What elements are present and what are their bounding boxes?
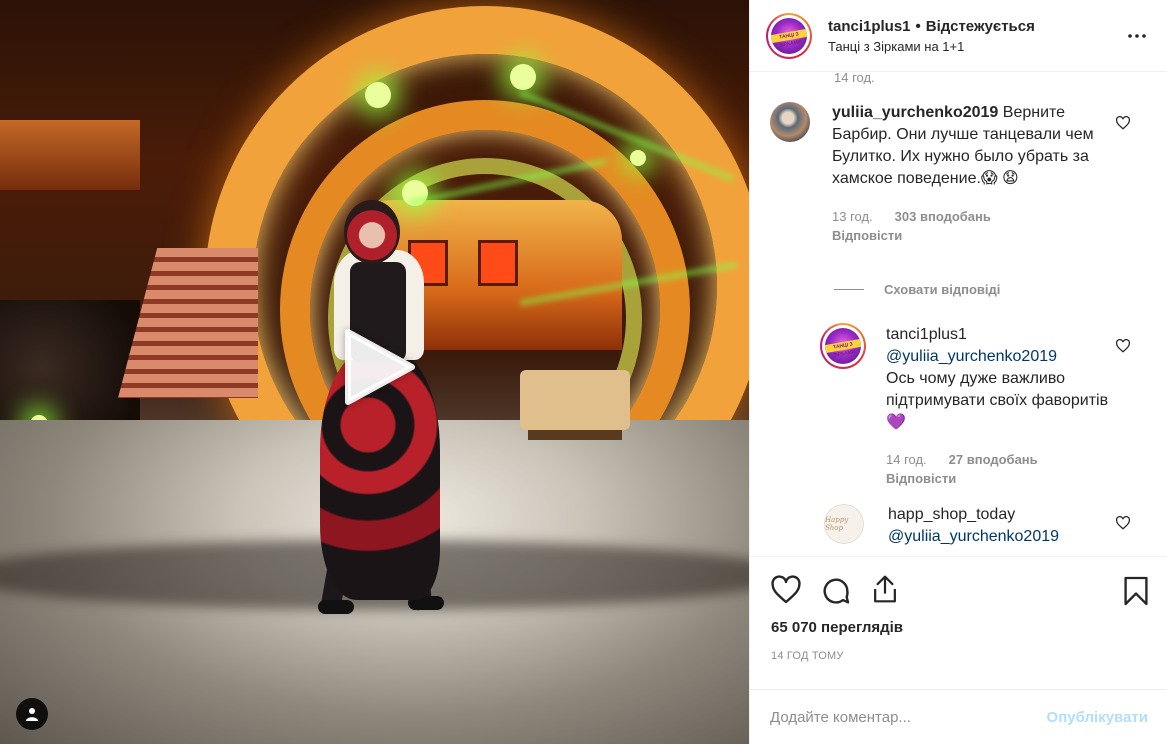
- replier-avatar[interactable]: ТАНЦІ З ЗІРКАМИ: [820, 323, 866, 369]
- dancer-shoe: [318, 600, 354, 614]
- reply-button[interactable]: Відповісти: [886, 471, 1116, 486]
- like-comment-button[interactable]: [1115, 115, 1131, 135]
- comment-button[interactable]: [820, 575, 852, 612]
- like-reply-button[interactable]: [1115, 338, 1131, 358]
- play-button[interactable]: [330, 322, 420, 412]
- hide-replies-button[interactable]: Сховати відповіді: [834, 282, 1000, 297]
- stage-light: [630, 150, 646, 166]
- post-header: ТАНЦІ З ЗІРКАМИ tanci1plus1 • Відстежуєт…: [750, 0, 1167, 72]
- profile-username[interactable]: tanci1plus1: [828, 18, 911, 35]
- post-location[interactable]: Танці з Зірками на 1+1: [828, 39, 1035, 54]
- reply-mention[interactable]: @yuliia_yurchenko2019: [886, 346, 1116, 368]
- like-button[interactable]: [770, 575, 802, 610]
- reply-button[interactable]: Відповісти: [832, 228, 1114, 243]
- comment-username[interactable]: yuliia_yurchenko2019: [832, 104, 998, 121]
- comment-input[interactable]: [770, 709, 1047, 726]
- comment-icon: [823, 578, 850, 604]
- reply-item: Happy Shop happ_shop_today @yuliia_yurch…: [824, 504, 1114, 548]
- comment-timestamp: 14 год.: [834, 72, 875, 84]
- share-icon: [874, 575, 896, 603]
- replier-avatar[interactable]: Happy Shop: [824, 504, 864, 544]
- heart-icon: [1115, 338, 1131, 353]
- heart-icon: [1115, 515, 1131, 530]
- post-panel: ТАНЦІ З ЗІРКАМИ tanci1plus1 • Відстежуєт…: [749, 0, 1167, 744]
- comment-item: yuliia_yurchenko2019 Верните Барбир. Они…: [770, 102, 1110, 243]
- divider-line: [834, 289, 864, 290]
- reply-username[interactable]: tanci1plus1: [886, 324, 1116, 346]
- user-tag-button[interactable]: [16, 698, 48, 730]
- play-icon: [345, 329, 415, 405]
- backdrop-window: [478, 240, 518, 286]
- stage-stairs: [118, 248, 258, 398]
- user-tag-icon: [26, 708, 38, 721]
- like-reply-button[interactable]: [1115, 515, 1131, 535]
- reply-item: ТАНЦІ З ЗІРКАМИ tanci1plus1 @yuliia_yurc…: [820, 323, 1110, 486]
- save-button[interactable]: [1123, 575, 1149, 612]
- heart-icon: [1115, 115, 1131, 130]
- separator-dot: •: [915, 17, 921, 35]
- logo-text: ТАНЦІ З ЗІРКАМИ: [825, 338, 861, 359]
- follow-status[interactable]: Відстежується: [926, 18, 1035, 35]
- avatar-logo-text: Happy Shop: [825, 516, 849, 532]
- logo-text: ТАНЦІ З ЗІРКАМИ: [771, 28, 807, 48]
- comment-likes[interactable]: 303 вподобань: [895, 209, 991, 224]
- profile-avatar[interactable]: ТАНЦІ З ЗІРКАМИ: [766, 12, 812, 59]
- reply-username[interactable]: happ_shop_today: [888, 504, 1118, 526]
- more-icon: [1128, 34, 1146, 38]
- more-options-button[interactable]: [1125, 30, 1149, 42]
- commenter-avatar[interactable]: [770, 102, 810, 142]
- post-timestamp[interactable]: 14 ГОД ТОМУ: [771, 650, 844, 662]
- reply-likes[interactable]: 27 вподобань: [949, 452, 1038, 467]
- reply-mention[interactable]: @yuliia_yurchenko2019: [888, 526, 1118, 548]
- video-player[interactable]: [0, 0, 749, 744]
- judges-table: [520, 370, 630, 430]
- hide-replies-label: Сховати відповіді: [884, 282, 1001, 297]
- dancer-head: [344, 200, 400, 264]
- bookmark-icon: [1124, 576, 1148, 606]
- post-actions: 65 070 переглядів 14 ГОД ТОМУ Опублікува…: [750, 556, 1167, 744]
- share-button[interactable]: [870, 573, 900, 610]
- show-logo: ТАНЦІ З ЗІРКАМИ: [771, 17, 807, 54]
- stage-light: [365, 82, 391, 108]
- heart-icon: [771, 575, 801, 604]
- reply-time[interactable]: 14 год.: [886, 452, 927, 467]
- add-comment-form: Опублікувати: [750, 689, 1167, 744]
- view-count[interactable]: 65 070 переглядів: [771, 619, 903, 636]
- reply-text: Ось чому дуже важливо підтримувати своїх…: [886, 370, 1109, 431]
- comment-time[interactable]: 13 год.: [832, 209, 873, 224]
- publish-button[interactable]: Опублікувати: [1047, 709, 1148, 726]
- stage-light: [510, 64, 536, 90]
- stage-balcony: [0, 120, 140, 190]
- comments-list[interactable]: 14 год. yuliia_yurchenko2019 Верните Бар…: [750, 72, 1167, 556]
